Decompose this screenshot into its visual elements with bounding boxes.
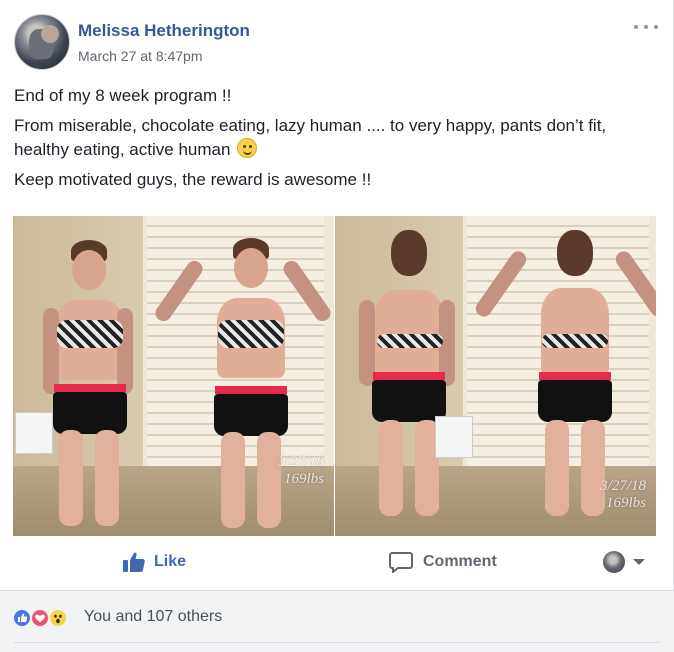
thumbs-up-icon [123,552,145,572]
divider [14,642,660,643]
post-timestamp[interactable]: March 27 at 8:47pm [78,48,203,64]
post-paragraph: End of my 8 week program !! [14,86,232,105]
leg [221,432,245,528]
post-paragraph: From miserable, chocolate eating, lazy h… [14,114,660,162]
handwritten-sign [15,412,53,454]
caption-date: 3/27/18 [278,454,324,470]
head [234,248,268,288]
handwritten-sign [435,416,473,458]
caption-date: 3/27/18 [600,478,646,494]
photo-grid: 3/27/18 169lbs 3/27/18 169lbs [13,216,656,536]
wow-reaction-icon [48,608,68,628]
shorts [53,392,127,434]
more-options-icon[interactable] [634,20,658,34]
leg [379,420,403,516]
post-text: End of my 8 week program !! From miserab… [14,84,660,198]
chevron-down-icon [633,559,645,565]
dot [634,25,638,29]
post-paragraph-text: From miserable, chocolate eating, lazy h… [14,116,607,159]
like-label: Like [154,553,187,570]
author-avatar[interactable] [14,14,70,70]
dot [644,25,648,29]
reaction-count[interactable]: You and 107 others [84,608,222,626]
author-name[interactable]: Melissa Hetherington [78,21,250,41]
post-as-selector[interactable] [603,540,645,584]
post-header: Melissa Hetherington March 27 at 8:47pm [14,14,664,74]
sports-bra [218,320,284,348]
dot [654,25,658,29]
back [541,288,609,376]
arm [43,308,59,394]
love-reaction-icon [30,608,50,628]
leg [59,430,83,526]
bra-band [542,334,608,348]
shorts [214,394,288,436]
leg [545,420,569,516]
post-actions-bar: Like Comment [0,540,674,584]
photo-caption: 3/27/18 169lbs [278,454,324,488]
comment-label: Comment [423,553,497,570]
wow-face-glyph [54,614,62,624]
caption-weight: 169lbs [605,495,646,511]
heart-glyph [35,614,45,623]
waistband [539,372,611,380]
thumb-glyph [18,613,28,622]
comment-button[interactable]: Comment [389,540,497,584]
reaction-icons[interactable] [12,608,82,628]
like-button[interactable]: Like [122,540,186,584]
comment-bubble-icon [389,552,413,573]
waistband [54,384,126,392]
hair-back [557,230,593,276]
shorts [538,380,612,422]
user-avatar-small [603,551,625,573]
photo-front[interactable]: 3/27/18 169lbs [13,216,334,536]
avatar-figure-head [41,25,59,43]
smiley-emoji-icon [237,138,258,158]
post-paragraph: Keep motivated guys, the reward is aweso… [14,170,372,189]
facebook-post: Melissa Hetherington March 27 at 8:47pm … [0,0,674,652]
waistband [373,372,445,380]
back [375,290,443,376]
hair-back [391,230,427,276]
head [72,250,106,290]
person-before-back [357,230,457,526]
caption-weight: 169lbs [283,471,324,487]
sports-bra [57,320,123,348]
photo-caption: 3/27/18 169lbs [600,478,646,512]
arm [117,308,133,394]
person-before [43,236,133,526]
leg [95,430,119,526]
like-reaction-icon [12,608,32,628]
photo-back[interactable]: 3/27/18 169lbs [335,216,656,536]
bra-band [377,334,443,348]
waistband [215,386,287,394]
